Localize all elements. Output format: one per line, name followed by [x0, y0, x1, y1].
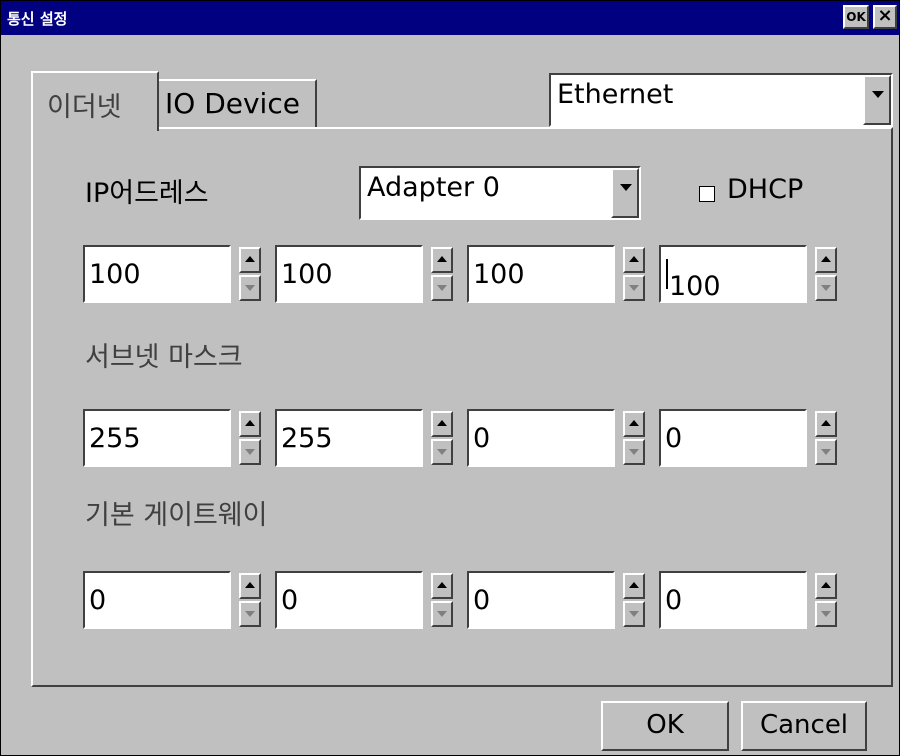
tab-io-device-label: IO Device	[165, 87, 300, 120]
tab-ethernet-label: 이더넷	[47, 92, 122, 123]
comm-settings-window: 통신 설정 OK × 이더넷 IO Device Ethernet IP어드레스…	[0, 0, 900, 756]
spin-up-icon[interactable]	[239, 411, 261, 437]
ip-octet-3[interactable]: 100	[467, 245, 649, 303]
spin-down-icon[interactable]	[623, 601, 645, 627]
subnet-octet-2[interactable]: 255	[275, 409, 457, 467]
subnet-octet-4-value: 0	[665, 423, 683, 454]
tab-io-device[interactable]: IO Device	[157, 79, 317, 129]
subnet-octet-1-field[interactable]: 255	[83, 409, 231, 467]
ip-octet-1-field[interactable]: 100	[83, 245, 231, 303]
window-title: 통신 설정	[7, 10, 68, 28]
ip-octet-2-field[interactable]: 100	[275, 245, 423, 303]
gateway-octet-1-field[interactable]: 0	[83, 571, 231, 629]
tab-ethernet[interactable]: 이더넷	[31, 71, 159, 131]
subnet-octet-2-value: 255	[281, 423, 333, 454]
spin-up-icon[interactable]	[815, 247, 837, 273]
ip-octet-1-value: 100	[89, 259, 141, 290]
spin-down-icon[interactable]	[431, 275, 453, 301]
spin-down-icon[interactable]	[623, 275, 645, 301]
spin-up-icon[interactable]	[239, 573, 261, 599]
ip-octet-4[interactable]: 100	[659, 245, 841, 303]
dhcp-label: DHCP	[727, 174, 804, 205]
gateway-octet-4-field[interactable]: 0	[659, 571, 807, 629]
gateway-octet-4[interactable]: 0	[659, 571, 841, 629]
subnet-mask-label: 서브넷 마스크	[85, 342, 243, 373]
subnet-octet-3-field[interactable]: 0	[467, 409, 615, 467]
spin-down-icon[interactable]	[431, 601, 453, 627]
spin-down-icon[interactable]	[623, 439, 645, 465]
title-bar: 통신 설정 OK ×	[1, 1, 899, 35]
spin-down-icon[interactable]	[239, 601, 261, 627]
spin-up-icon[interactable]	[623, 411, 645, 437]
gateway-octet-3-value: 0	[473, 585, 491, 616]
subnet-octet-3[interactable]: 0	[467, 409, 649, 467]
gateway-octet-4-value: 0	[665, 585, 683, 616]
spin-down-icon[interactable]	[815, 275, 837, 301]
spin-up-icon[interactable]	[431, 573, 453, 599]
subnet-octet-3-value: 0	[473, 423, 491, 454]
spin-up-icon[interactable]	[431, 247, 453, 273]
close-icon[interactable]: ×	[873, 5, 897, 29]
subnet-octet-4[interactable]: 0	[659, 409, 841, 467]
connection-type-select[interactable]: Ethernet	[549, 73, 893, 127]
adapter-value: Adapter 0	[367, 172, 500, 203]
spin-down-icon[interactable]	[815, 601, 837, 627]
gateway-octet-1-value: 0	[89, 585, 107, 616]
gateway-octet-2-field[interactable]: 0	[275, 571, 423, 629]
spin-up-icon[interactable]	[623, 247, 645, 273]
subnet-octet-4-field[interactable]: 0	[659, 409, 807, 467]
dhcp-checkbox[interactable]	[699, 186, 715, 202]
ip-octet-4-text: 100	[669, 271, 721, 302]
spin-up-icon[interactable]	[815, 411, 837, 437]
spin-up-icon[interactable]	[239, 247, 261, 273]
adapter-select[interactable]: Adapter 0	[359, 166, 641, 220]
chevron-down-icon[interactable]	[611, 168, 639, 218]
chevron-down-icon[interactable]	[863, 75, 891, 125]
ip-octet-2[interactable]: 100	[275, 245, 457, 303]
gateway-octet-3-field[interactable]: 0	[467, 571, 615, 629]
ip-octet-3-field[interactable]: 100	[467, 245, 615, 303]
spin-down-icon[interactable]	[239, 275, 261, 301]
spin-down-icon[interactable]	[431, 439, 453, 465]
spin-up-icon[interactable]	[623, 573, 645, 599]
spin-down-icon[interactable]	[239, 439, 261, 465]
ip-octet-2-value: 100	[281, 259, 333, 290]
ip-octet-4-value: 100	[665, 259, 721, 302]
titlebar-ok-button[interactable]: OK	[843, 5, 869, 29]
subnet-octet-1-value: 255	[89, 423, 141, 454]
spin-up-icon[interactable]	[431, 411, 453, 437]
gateway-octet-2-value: 0	[281, 585, 299, 616]
ok-button[interactable]: OK	[601, 701, 729, 751]
connection-type-value: Ethernet	[557, 79, 674, 110]
gateway-octet-1[interactable]: 0	[83, 571, 265, 629]
gateway-octet-2[interactable]: 0	[275, 571, 457, 629]
ip-address-label: IP어드레스	[85, 178, 209, 209]
spin-down-icon[interactable]	[815, 439, 837, 465]
subnet-octet-1[interactable]: 255	[83, 409, 265, 467]
ip-octet-3-value: 100	[473, 259, 525, 290]
default-gateway-label: 기본 게이트웨이	[85, 500, 268, 531]
spin-up-icon[interactable]	[815, 573, 837, 599]
subnet-octet-2-field[interactable]: 255	[275, 409, 423, 467]
gateway-octet-3[interactable]: 0	[467, 571, 649, 629]
ip-octet-4-field[interactable]: 100	[659, 245, 807, 303]
ip-octet-1[interactable]: 100	[83, 245, 265, 303]
cancel-button[interactable]: Cancel	[741, 701, 867, 751]
text-caret	[666, 259, 668, 289]
